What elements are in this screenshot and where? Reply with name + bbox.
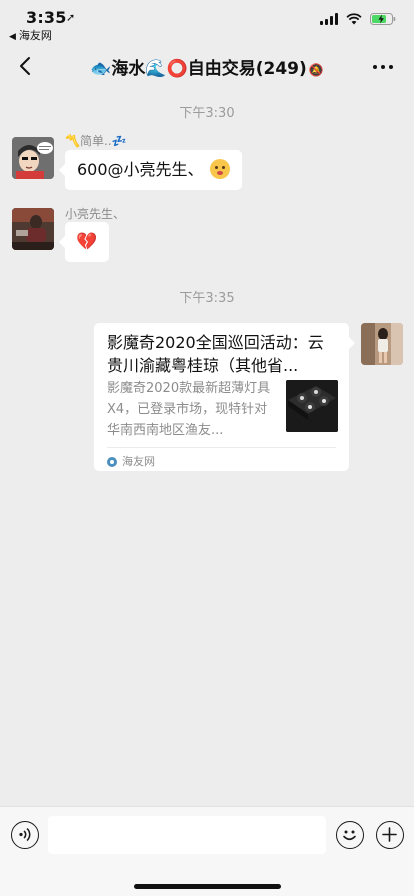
- group-name: 🐟海水🌊⭕自由交易(249): [90, 59, 307, 79]
- message-text: 600@小亮先生、: [77, 160, 204, 179]
- avatar-cartoon-icon: [12, 137, 54, 179]
- card-divider: [107, 447, 336, 448]
- voice-input-button[interactable]: [11, 821, 39, 849]
- avatar[interactable]: [12, 137, 54, 179]
- light-fixture-image: [286, 380, 338, 432]
- avatar-photo-icon: [12, 208, 54, 250]
- location-icon: ➚: [66, 11, 76, 24]
- status-bar: 3:35 ➚ ◀ 海友网: [0, 0, 414, 44]
- chat-screen: 3:35 ➚ ◀ 海友网 🐟海水🌊⭕自由交易(249) 🔕 下午3:30 〽️简…: [0, 0, 414, 896]
- card-description: 影魔奇2020款最新超薄灯具X4，已登录市场，现特针对华南西南地区渔友...: [107, 381, 271, 438]
- sender-name: 〽️简单..💤: [65, 134, 127, 148]
- voice-icon: [19, 827, 31, 842]
- input-bar: [0, 806, 414, 896]
- source-name: 海友网: [122, 455, 155, 468]
- broken-heart-icon: 💔: [76, 232, 98, 252]
- back-triangle-icon: ◀: [9, 32, 16, 42]
- more-functions-button[interactable]: [376, 821, 404, 849]
- cellular-signal-icon: [320, 13, 338, 25]
- more-options-button[interactable]: [368, 54, 398, 80]
- timestamp-separator: 下午3:35: [179, 291, 235, 306]
- battery-charging-icon: [370, 13, 396, 25]
- message-bubble[interactable]: 💔: [59, 222, 109, 262]
- status-indicators: [320, 13, 396, 25]
- link-card[interactable]: 影魔奇2020全国巡回活动：云贵川渝藏粤桂琼（其他省... 影魔奇2020款最新…: [94, 323, 355, 473]
- chat-title: 🐟海水🌊⭕自由交易(249) 🔕: [50, 54, 364, 79]
- more-dot-icon: [373, 65, 377, 69]
- emoji-button[interactable]: [336, 821, 364, 849]
- mute-bell-icon: 🔕: [308, 63, 324, 77]
- flushed-face-icon: [209, 159, 230, 179]
- message-input[interactable]: [48, 816, 326, 854]
- sender-name: 小亮先生、: [65, 207, 126, 221]
- timestamp-separator: 下午3:30: [179, 106, 235, 121]
- avatar-photo-icon: [361, 323, 403, 365]
- avatar[interactable]: [12, 208, 54, 250]
- back-to-app-link[interactable]: ◀ 海友网: [9, 27, 52, 43]
- more-dot-icon: [381, 65, 385, 69]
- plus-icon: [382, 827, 397, 842]
- message-list[interactable]: 下午3:30 〽️简单..💤 600@小亮先生、 小亮先生、 💔 下午3:35 …: [0, 90, 414, 806]
- more-dot-icon: [389, 65, 393, 69]
- source-logo-icon: [107, 457, 117, 467]
- smiley-icon: [343, 830, 356, 841]
- chevron-left-icon: [20, 57, 30, 75]
- card-source: 海友网: [107, 451, 155, 473]
- card-thumbnail: [286, 380, 338, 432]
- back-app-label: 海友网: [18, 29, 52, 42]
- my-avatar[interactable]: [361, 323, 403, 365]
- card-title: 影魔奇2020全国巡回活动：云贵川渝藏粤桂琼（其他省...: [107, 333, 324, 375]
- nav-bar: 🐟海水🌊⭕自由交易(249) 🔕: [0, 44, 414, 90]
- status-time: 3:35: [26, 8, 67, 27]
- back-button[interactable]: [14, 52, 40, 82]
- home-indicator: [134, 884, 281, 889]
- wifi-icon: [346, 13, 362, 25]
- message-bubble[interactable]: 600@小亮先生、: [59, 150, 242, 190]
